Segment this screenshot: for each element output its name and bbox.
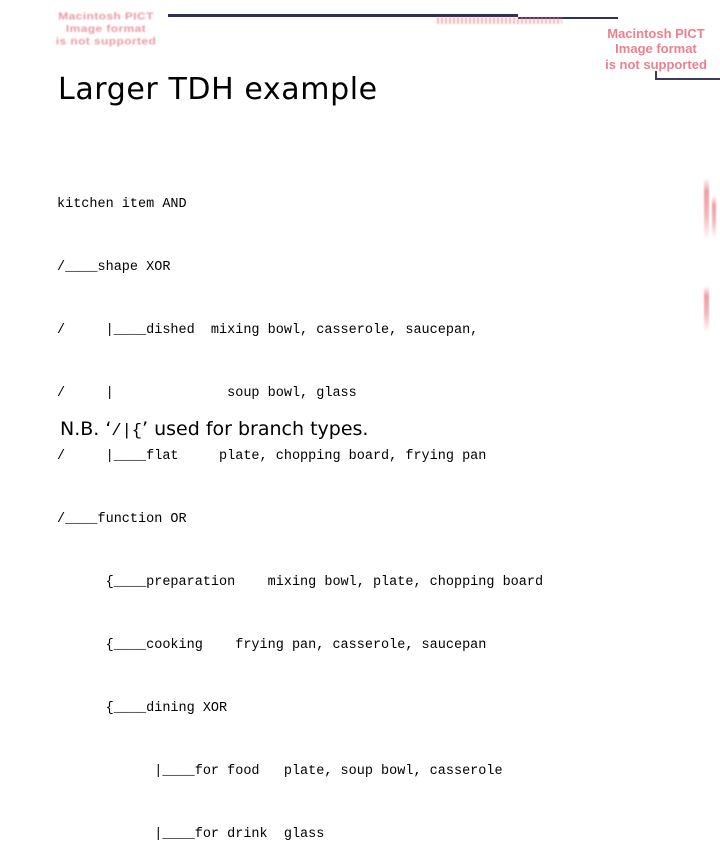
- tree-line: / |____flat plate, chopping board, fryin…: [57, 449, 487, 464]
- tree-line: |____for food plate, soup bowl, casserol…: [57, 764, 503, 779]
- tree-line: {____dining XOR: [57, 701, 228, 716]
- tree-line: {____cooking frying pan, casserole, sauc…: [57, 638, 487, 653]
- header-pink-smear: [437, 17, 562, 24]
- note-suffix: ’ used for branch types.: [142, 418, 369, 440]
- pict-placeholder-right-underline: [655, 78, 720, 80]
- page-title: Larger TDH example: [58, 72, 378, 107]
- tree-line: {____preparation mixing bowl, plate, cho…: [57, 575, 544, 590]
- branch-types-note: N.B. ‘/|{’ used for branch types.: [60, 418, 368, 441]
- tree-line: / |____dished mixing bowl, casserole, sa…: [57, 323, 479, 338]
- note-prefix: N.B. ‘: [60, 418, 112, 440]
- pict-placeholder-right: Macintosh PICT Image format is not suppo…: [605, 26, 707, 72]
- tree-line: /____shape XOR: [57, 260, 171, 275]
- edge-artifact-upper-outer: [712, 196, 716, 238]
- tree-line: |____for drink glass: [57, 827, 325, 842]
- tree-line: /____function OR: [57, 512, 187, 527]
- tree-line: / | soup bowl, glass: [57, 386, 357, 401]
- edge-artifact-lower: [704, 286, 709, 332]
- tree-line: kitchen item AND: [57, 197, 187, 212]
- note-branch-characters: /|{: [111, 422, 143, 441]
- edge-artifact-upper: [704, 178, 709, 240]
- taxonomy-tree-block: kitchen item AND /____shape XOR / |____d…: [57, 152, 543, 866]
